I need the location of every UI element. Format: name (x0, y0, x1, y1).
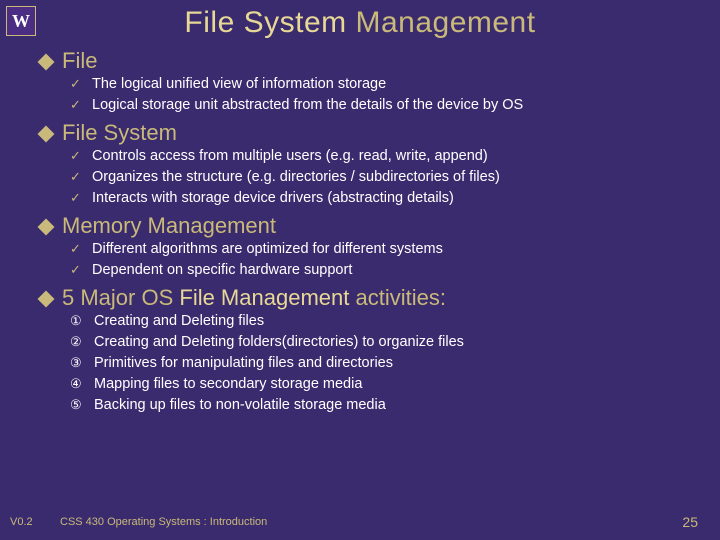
section-title-suffix: activities: (349, 285, 446, 310)
list-item-text: The logical unified view of information … (92, 74, 386, 95)
circled-number-icon: ② (70, 333, 86, 352)
list-item-text: Different algorithms are optimized for d… (92, 239, 443, 260)
checkmark-icon: ✓ (70, 147, 84, 166)
section-title-prefix: 5 Major OS (62, 285, 179, 310)
list-item: ② Creating and Deleting folders(directori… (70, 332, 692, 353)
list-item: ✓ Dependent on specific hardware support (70, 260, 692, 281)
checkmark-icon: ✓ (70, 96, 84, 115)
list-item: ③ Primitives for manipulating files and d… (70, 353, 692, 374)
list-item-text: Dependent on specific hardware support (92, 260, 352, 281)
list-item-text: Creating and Deleting folders(directorie… (94, 332, 464, 353)
section-header: Memory Management (40, 213, 692, 239)
page-number: 25 (682, 514, 698, 530)
section: Memory Management✓Different algorithms a… (40, 213, 692, 281)
slide-title: File System Management (0, 0, 720, 40)
circled-number-icon: ① (70, 312, 86, 331)
uw-logo: W (6, 6, 36, 36)
section-header: File System (40, 120, 692, 146)
list-item-text: Interacts with storage device drivers (a… (92, 188, 454, 209)
section-title: Memory Management (62, 213, 276, 239)
section-body: ✓ Controls access from multiple users (e.… (40, 146, 692, 209)
list-item-text: Creating and Deleting files (94, 311, 264, 332)
checkmark-icon: ✓ (70, 240, 84, 259)
circled-number-icon: ③ (70, 354, 86, 373)
course-label: CSS 430 Operating Systems : Introduction (50, 516, 682, 528)
checkmark-icon: ✓ (70, 168, 84, 187)
section-header: 5 Major OS File Management activities: (40, 285, 692, 311)
circled-number-icon: ④ (70, 375, 86, 394)
list-item-text: Organizes the structure (e.g. directorie… (92, 167, 500, 188)
section-body: ① Creating and Deleting files ② Creating an… (40, 311, 692, 416)
list-item: ✓ Interacts with storage device drivers (… (70, 188, 692, 209)
version-label: V0.2 (10, 516, 50, 528)
section: 5 Major OS File Management activities:①C… (40, 285, 692, 416)
checkmark-icon: ✓ (70, 75, 84, 94)
section-body: ✓ The logical unified view of information… (40, 74, 692, 116)
list-item: ✓ The logical unified view of information… (70, 74, 692, 95)
list-item-text: Mapping files to secondary storage media (94, 374, 362, 395)
list-item: ✓ Different algorithms are optimized for … (70, 239, 692, 260)
diamond-bullet-icon (38, 219, 55, 236)
list-item: ✓ Controls access from multiple users (e.… (70, 146, 692, 167)
section-title: File System (62, 120, 177, 146)
title-highlight: File System (184, 6, 346, 39)
list-item: ✓ Logical storage unit abstracted from th… (70, 95, 692, 116)
section: File System✓Controls access from multipl… (40, 120, 692, 209)
list-item-text: Logical storage unit abstracted from the… (92, 95, 523, 116)
checkmark-icon: ✓ (70, 189, 84, 208)
slide-footer: V0.2 CSS 430 Operating Systems : Introdu… (0, 514, 720, 530)
list-item: ① Creating and Deleting files (70, 311, 692, 332)
list-item: ④ Mapping files to secondary storage medi… (70, 374, 692, 395)
section-body: ✓ Different algorithms are optimized for … (40, 239, 692, 281)
section-header: File (40, 48, 692, 74)
list-item-text: Backing up files to non-volatile storage… (94, 395, 386, 416)
section: File✓The logical unified view of informa… (40, 48, 692, 116)
checkmark-icon: ✓ (70, 261, 84, 280)
list-item: ⑤ Backing up files to non-volatile storag… (70, 395, 692, 416)
diamond-bullet-icon (38, 291, 55, 308)
list-item: ✓ Organizes the structure (e.g. directori… (70, 167, 692, 188)
diamond-bullet-icon (38, 54, 55, 71)
title-rest: Management (347, 6, 536, 39)
diamond-bullet-icon (38, 126, 55, 143)
logo-letter: W (12, 11, 30, 32)
slide-content: File✓The logical unified view of informa… (0, 40, 720, 416)
list-item-text: Controls access from multiple users (e.g… (92, 146, 488, 167)
section-title: 5 Major OS File Management activities: (62, 285, 446, 311)
circled-number-icon: ⑤ (70, 396, 86, 415)
section-title-highlight: File Management (179, 285, 349, 310)
list-item-text: Primitives for manipulating files and di… (94, 353, 393, 374)
section-title: File (62, 48, 97, 74)
